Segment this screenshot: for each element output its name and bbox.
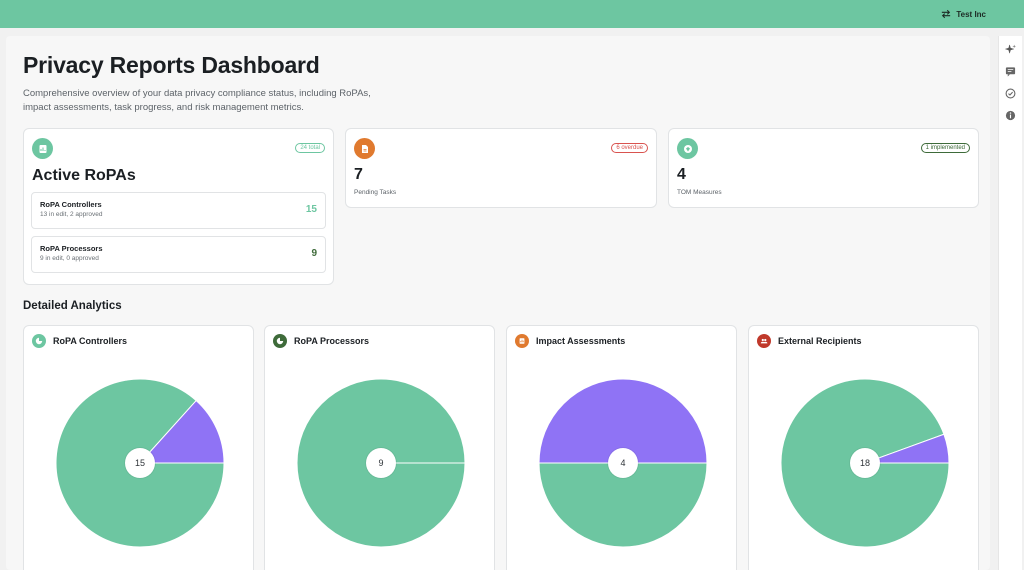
page-title: Privacy Reports Dashboard (23, 52, 320, 78)
external-recipients-chart-card: External Recipients 18 (748, 325, 979, 570)
pie-center-total: 9 (366, 448, 396, 478)
info-button[interactable] (1004, 108, 1018, 122)
swap-icon (942, 9, 951, 19)
ropa-processors-chart-card: RoPA Processors 9 (264, 325, 495, 570)
file-icon (354, 138, 375, 159)
top-bar: Test Inc (0, 0, 1024, 28)
item-name: RoPA Controllers (40, 200, 102, 209)
info-icon (1005, 110, 1016, 120)
active-ropas-card[interactable]: 24 total Active RoPAs RoPA Controllers 1… (23, 128, 334, 285)
pie-center-total: 18 (850, 448, 880, 478)
total-badge: 24 total (295, 143, 325, 153)
chat-icon (1005, 66, 1016, 77)
tom-measures-value: 4 (677, 166, 686, 183)
sparkle-icon (1005, 43, 1016, 54)
card-title: Active RoPAs (32, 167, 136, 184)
item-meta: 13 in edit, 2 approved (40, 211, 103, 218)
org-name: Test Inc (956, 9, 986, 19)
item-name: RoPA Processors (40, 244, 103, 253)
shield-icon (677, 138, 698, 159)
overdue-badge: 6 overdue (611, 143, 648, 153)
ropa-controllers-chart-card: RoPA Controllers 15 (23, 325, 254, 570)
tom-measures-card[interactable]: 1 implemented 4 TOM Measures (668, 128, 979, 208)
right-rail (998, 36, 1022, 570)
detailed-analytics-title: Detailed Analytics (23, 300, 122, 312)
ropa-controllers-item[interactable]: RoPA Controllers 13 in edit, 2 approved … (31, 192, 326, 229)
tasks-button[interactable] (1004, 86, 1018, 100)
implemented-badge: 1 implemented (920, 143, 970, 153)
document-chart-icon (32, 138, 53, 159)
ai-sparkle-button[interactable] (1004, 42, 1018, 56)
comments-button[interactable] (1004, 64, 1018, 78)
ropa-processors-item[interactable]: RoPA Processors 9 in edit, 0 approved 9 (31, 236, 326, 273)
check-circle-icon (1005, 88, 1016, 98)
impact-assessments-chart-card: Impact Assessments 4 (506, 325, 737, 570)
item-meta: 9 in edit, 0 approved (40, 255, 99, 262)
item-value: 15 (305, 204, 317, 215)
pending-tasks-value: 7 (354, 166, 363, 183)
item-value: 9 (311, 248, 317, 259)
pending-tasks-label: Pending Tasks (354, 189, 397, 196)
org-switcher[interactable]: Test Inc (941, 9, 986, 19)
pending-tasks-card[interactable]: 6 overdue 7 Pending Tasks (345, 128, 657, 208)
pie-center-total: 4 (608, 448, 638, 478)
tom-measures-label: TOM Measures (677, 189, 722, 196)
pie-center-total: 15 (125, 448, 155, 478)
page-description: Comprehensive overview of your data priv… (23, 88, 371, 113)
